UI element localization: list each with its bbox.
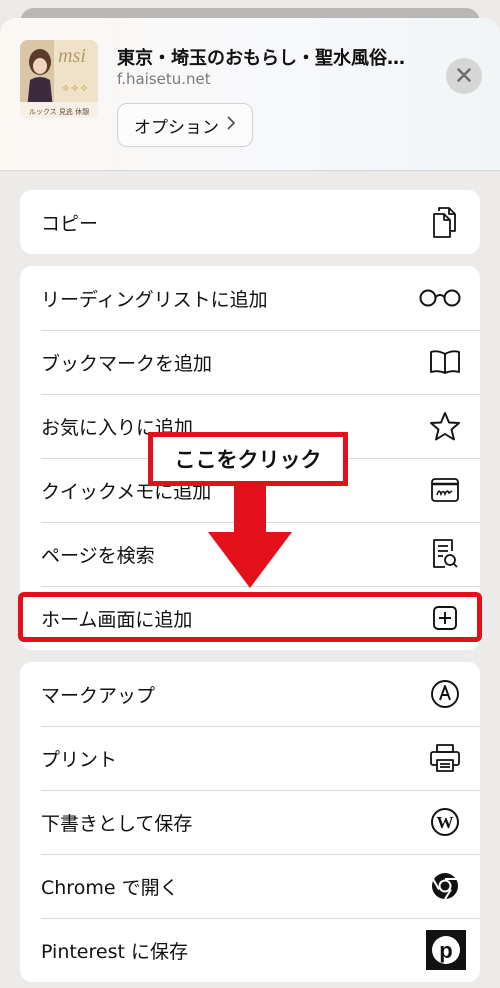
markup-icon [428,677,462,711]
chrome-icon [428,869,462,903]
svg-text:ルックス 見逃 休憩: ルックス 見逃 休憩 [29,107,89,116]
click-here-callout: ここをクリック [148,432,348,486]
action-label: コピー [41,212,99,235]
options-button[interactable]: オプション [117,103,253,147]
page-title: 東京・埼玉のおもらし・聖水風俗… [117,48,405,69]
action-label: Pinterest に保存 [41,940,188,963]
quick-note-icon [428,473,462,507]
down-arrow-icon [208,484,292,594]
action-label: Chrome で開く [41,876,179,899]
action-group-extensions: マークアップ プリント 下書きとして保存 W Chrome で開く Pinter… [20,662,480,982]
svg-text:msi: msi [58,45,86,67]
action-save-draft[interactable]: 下書きとして保存 W [20,790,480,854]
action-add-bookmark[interactable]: ブックマークを追加 [20,330,480,394]
page-url: f.haisetu.net [117,70,211,88]
action-open-in-chrome[interactable]: Chrome で開く [20,854,480,918]
close-icon [457,67,471,86]
svg-text:✧✧✧: ✧✧✧ [61,83,89,95]
action-print[interactable]: プリント [20,726,480,790]
action-label: プリント [41,748,118,771]
glasses-icon [418,281,462,315]
action-add-reading-list[interactable]: リーディングリストに追加 [20,266,480,330]
share-sheet-header: msi ✧✧✧ ルックス 見逃 休憩 東京・埼玉のおもらし・聖水風俗… f.ha… [0,18,500,171]
close-button[interactable] [446,58,482,94]
action-label: マークアップ [41,684,156,707]
options-label: オプション [134,117,219,138]
action-save-pinterest[interactable]: Pinterest に保存 p [20,918,480,982]
svg-text:W: W [437,813,454,832]
action-label: 下書きとして保存 [41,812,193,835]
book-icon [428,345,462,379]
wordpress-icon: W [428,805,462,839]
highlight-box [18,592,482,642]
callout-text: ここをクリック [174,448,322,472]
find-on-page-icon [428,537,462,571]
action-label: ページを検索 [41,544,155,567]
chevron-right-icon [227,115,236,135]
action-group-copy: コピー [20,190,480,254]
action-copy[interactable]: コピー [20,190,480,254]
action-label: リーディングリストに追加 [41,288,268,311]
site-thumbnail: msi ✧✧✧ ルックス 見逃 休憩 [20,40,98,118]
svg-text:p: p [439,938,452,963]
printer-icon [428,741,462,775]
action-markup[interactable]: マークアップ [20,662,480,726]
star-icon [428,409,462,443]
copy-icon [428,205,462,239]
pinterest-icon: p [426,930,466,970]
action-label: ブックマークを追加 [41,352,213,375]
